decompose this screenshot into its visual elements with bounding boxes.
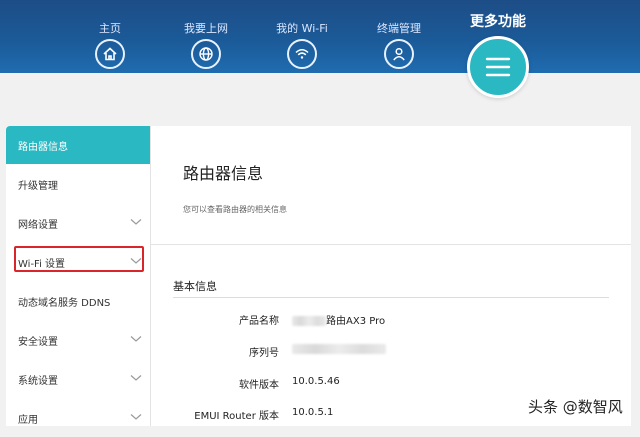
watermark: 头条 @数智风 [528,398,623,416]
sidebar-item-upgrade[interactable]: 升级管理 [6,165,150,203]
sidebar-item-security[interactable]: 安全设置 [6,321,150,359]
redacted-blur [292,344,386,354]
wifi-icon[interactable] [287,39,317,69]
user-icon[interactable] [384,39,414,69]
sidebar-item-label: 路由器信息 [18,141,68,153]
divider [151,244,631,245]
chevron-down-icon [130,219,142,225]
info-row-product-name: 产品名称 路由AX3 Pro [151,312,631,328]
nav-internet-label: 我要上网 [184,22,228,35]
nav-my-wifi-label: 我的 Wi-Fi [276,22,328,35]
globe-icon[interactable] [191,39,221,69]
info-value-text: 路由AX3 Pro [326,316,386,327]
info-label: 序列号 [249,348,279,359]
nav-more-label: 更多功能 [470,14,526,30]
sidebar-item-router-info[interactable]: 路由器信息 [6,126,150,164]
info-label: 软件版本 [239,380,279,391]
page-subtitle: 您可以查看路由器的相关信息 [183,205,287,214]
home-icon[interactable] [95,39,125,69]
chevron-down-icon [130,414,142,420]
top-nav-bar: 主页 我要上网 我的 Wi-Fi 终端管理 [0,0,640,73]
sidebar-item-label: 网络设置 [18,219,58,231]
sidebar: 路由器信息 升级管理 网络设置 Wi-Fi 设置 动态域名服务 DDNS 安全设… [6,126,151,426]
sidebar-item-apps[interactable]: 应用 [6,399,150,437]
info-label: EMUI Router 版本 [194,411,279,422]
info-row-software-version: 软件版本 10.0.5.46 [151,376,631,392]
info-value [292,344,386,355]
chevron-down-icon [130,375,142,381]
info-value-text: 10.0.5.1 [292,407,334,418]
info-label: 产品名称 [239,316,279,327]
info-value: 路由AX3 Pro [292,312,385,327]
sidebar-item-label: 应用 [18,414,38,426]
redacted-blur [292,316,326,326]
main-panel: 路由器信息 您可以查看路由器的相关信息 基本信息 产品名称 路由AX3 Pro … [151,126,631,426]
nav-home-label: 主页 [99,22,121,35]
section-divider [173,297,609,298]
menu-icon[interactable] [467,36,529,98]
sidebar-item-system[interactable]: 系统设置 [6,360,150,398]
sidebar-item-network[interactable]: 网络设置 [6,204,150,242]
sidebar-item-label: 系统设置 [18,375,58,387]
info-row-serial: 序列号 [151,344,631,360]
section-title-basic-info: 基本信息 [173,280,217,293]
sidebar-item-label: 升级管理 [18,180,58,192]
chevron-down-icon [130,336,142,342]
sidebar-item-label: 安全设置 [18,336,58,348]
sidebar-item-wifi-settings[interactable]: Wi-Fi 设置 [6,243,150,281]
sidebar-item-ddns[interactable]: 动态域名服务 DDNS [6,282,150,320]
nav-devices-label: 终端管理 [377,22,421,35]
info-value-text: 10.0.5.46 [292,376,340,387]
highlight-annotation-box [14,246,144,272]
chevron-down-icon [130,258,142,264]
sidebar-item-label: 动态域名服务 DDNS [18,297,111,309]
page-title: 路由器信息 [183,164,264,183]
